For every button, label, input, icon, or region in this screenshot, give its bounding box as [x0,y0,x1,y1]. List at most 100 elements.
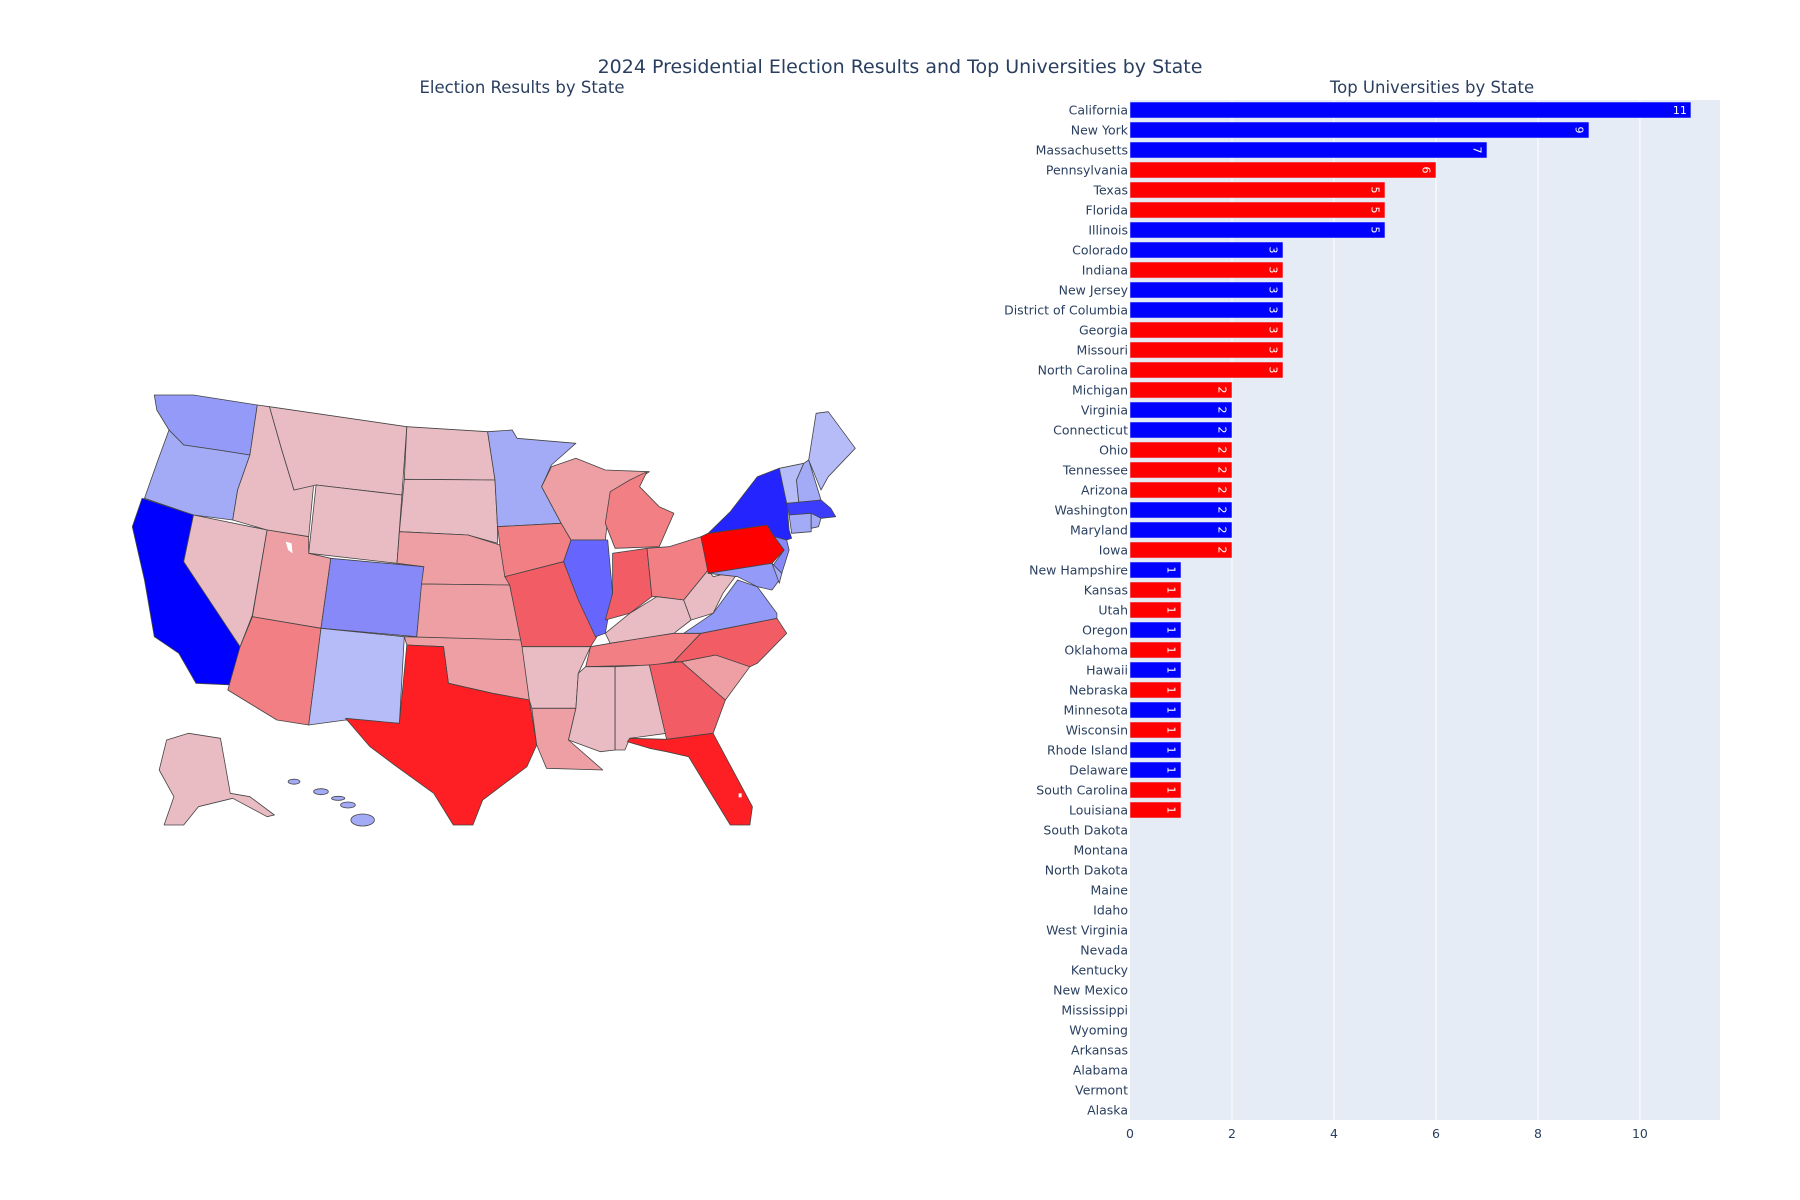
bar-value-label: 3 [1266,247,1279,254]
bar-value-label: 1 [1164,727,1177,734]
bar-value-label: 11 [1673,104,1687,117]
y-tick-label: Hawaii [1086,663,1128,678]
y-tick-label: South Dakota [1043,823,1128,838]
bar[interactable] [1129,101,1692,119]
y-tick-label: North Dakota [1045,863,1128,878]
y-tick-label: Wyoming [1069,1023,1128,1038]
y-tick-label: Missouri [1077,343,1128,358]
y-tick-label: Kansas [1084,583,1128,598]
y-tick-label: New Mexico [1053,983,1128,998]
y-tick-label: Iowa [1099,543,1128,558]
y-tick-label: Minnesota [1063,703,1128,718]
bar-value-label: 6 [1419,167,1432,174]
bar-value-label: 1 [1164,607,1177,614]
bar[interactable] [1129,161,1437,179]
y-tick-label: Virginia [1081,403,1128,418]
y-tick-label: District of Columbia [1004,303,1128,318]
y-tick-label: New Hampshire [1029,563,1128,578]
bar-value-label: 1 [1164,667,1177,674]
y-tick-label: Maryland [1070,523,1128,538]
y-tick-label: Texas [1092,183,1128,198]
bar-value-label: 3 [1266,267,1279,274]
x-tick-label: 8 [1534,1126,1542,1141]
bar[interactable] [1129,261,1284,279]
bar-chart[interactable]: 1197655533333332222222221111111111111 Ca… [0,0,1800,1200]
bar-value-label: 5 [1368,227,1381,234]
bar[interactable] [1129,281,1284,299]
bar-value-label: 1 [1164,807,1177,814]
bar-value-label: 7 [1470,147,1483,154]
y-tick-label: Arkansas [1071,1043,1128,1058]
bar-value-label: 2 [1215,547,1228,554]
y-tick-label: Ohio [1099,443,1128,458]
bar-value-label: 1 [1164,567,1177,574]
bar-value-label: 1 [1164,627,1177,634]
bar[interactable] [1129,221,1386,239]
y-tick-label: Tennessee [1062,463,1128,478]
y-tick-label: Vermont [1075,1083,1128,1098]
bar-value-label: 3 [1266,347,1279,354]
bar-value-label: 1 [1164,747,1177,754]
y-tick-label: West Virginia [1046,923,1128,938]
y-tick-label: Alabama [1073,1063,1128,1078]
bar[interactable] [1129,241,1284,259]
x-tick-label: 0 [1126,1126,1134,1141]
y-tick-label: Washington [1055,503,1128,518]
y-tick-label: Nevada [1080,943,1128,958]
bar-value-label: 2 [1215,487,1228,494]
bar-value-label: 1 [1164,707,1177,714]
y-tick-label: Kentucky [1071,963,1129,978]
bar[interactable] [1129,341,1284,359]
y-tick-label: Delaware [1069,763,1128,778]
y-tick-label: Mississippi [1061,1003,1128,1018]
bar-value-label: 3 [1266,307,1279,314]
bar-value-label: 2 [1215,427,1228,434]
bar[interactable] [1129,361,1284,379]
bar-value-label: 3 [1266,367,1279,374]
x-tick-label: 2 [1228,1126,1236,1141]
y-tick-label: Illinois [1088,223,1128,238]
bar[interactable] [1129,201,1386,219]
bar-value-label: 1 [1164,787,1177,794]
bar-value-label: 2 [1215,507,1228,514]
bar[interactable] [1129,181,1386,199]
bar-value-label: 1 [1164,687,1177,694]
y-tick-label: Massachusetts [1036,143,1128,158]
bar[interactable] [1129,321,1284,339]
y-tick-label: Idaho [1093,903,1128,918]
y-tick-label: Maine [1090,883,1128,898]
y-tick-label: Alaska [1087,1103,1128,1118]
x-tick-label: 6 [1432,1126,1440,1141]
bar-value-label: 5 [1368,187,1381,194]
y-tick-label: Utah [1098,603,1128,618]
y-tick-label: Wisconsin [1066,723,1128,738]
y-tick-label: Oregon [1082,623,1128,638]
y-tick-label: Montana [1074,843,1129,858]
bar[interactable] [1129,121,1590,139]
y-tick-label: Indiana [1082,263,1128,278]
y-tick-label: Pennsylvania [1046,163,1128,178]
bar-value-label: 3 [1266,287,1279,294]
y-tick-label: New Jersey [1059,283,1129,298]
bar-value-label: 2 [1215,447,1228,454]
y-tick-label: North Carolina [1038,363,1128,378]
bar-value-label: 1 [1164,647,1177,654]
y-tick-label: Florida [1085,203,1128,218]
bar-value-label: 1 [1164,587,1177,594]
bar-value-label: 2 [1215,467,1228,474]
y-tick-label: Colorado [1072,243,1128,258]
y-tick-label: California [1069,103,1128,118]
bar-value-label: 2 [1215,407,1228,414]
bar-value-label: 2 [1215,387,1228,394]
bar-value-label: 3 [1266,327,1279,334]
y-axis-labels: California New York Massachusetts Pennsylva… [1004,103,1129,1118]
x-tick-label: 10 [1632,1126,1648,1141]
bar[interactable] [1129,301,1284,319]
x-axis-ticks: 0 2 4 6 8 10 [1126,1126,1648,1141]
bar-value-label: 1 [1164,767,1177,774]
bar-value-label: 5 [1368,207,1381,214]
y-tick-label: Oklahoma [1064,643,1128,658]
y-tick-label: New York [1071,123,1129,138]
y-tick-label: Louisiana [1069,803,1128,818]
bar[interactable] [1129,141,1488,159]
